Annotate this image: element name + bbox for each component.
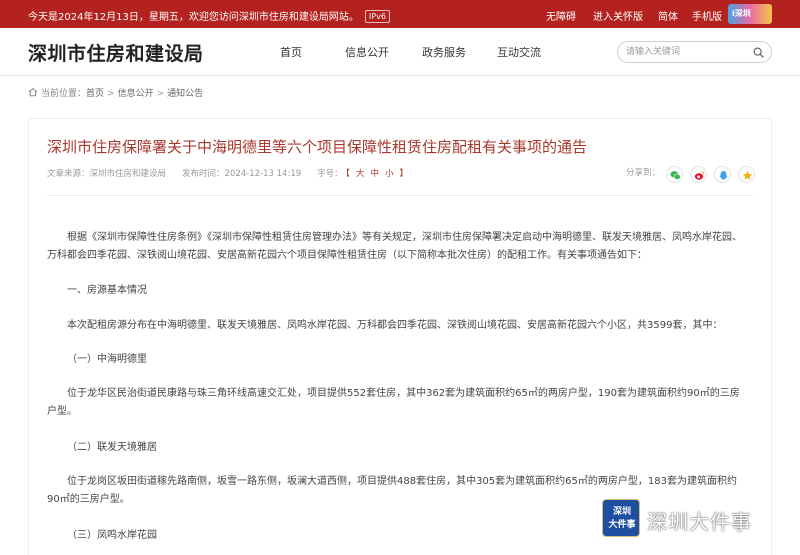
font-size-large[interactable]: 大 <box>356 169 365 179</box>
search-icon[interactable] <box>753 47 764 58</box>
subheading-lianfa: （二）联发天境雅居 <box>67 442 157 453</box>
watermark-logo-line2: 大件事 <box>608 520 636 530</box>
search-box <box>617 41 772 63</box>
breadcrumb-info-disclosure[interactable]: 信息公开 <box>118 89 154 99</box>
nav-interaction[interactable]: 互动交流 <box>497 44 541 60</box>
breadcrumb: 当前位置：首页 > 信息公开 > 通知公告 <box>28 86 203 99</box>
article-paragraph: 位于龙岗区坂田街道稼先路南侧，坂雪一路东侧，坂澜大道西侧，项目提供488套住房，… <box>47 476 737 505</box>
date-label: 发布时间： <box>182 169 225 179</box>
date-value: 2024-12-13 14:19 <box>224 169 302 179</box>
article-paragraph: 根据《深圳市保障性住房条例》《深圳市保障性租赁住房管理办法》等有关规定，深圳市住… <box>47 232 742 261</box>
search-input[interactable] <box>626 45 748 59</box>
wechat-share-button[interactable] <box>666 166 683 183</box>
breadcrumb-notices[interactable]: 通知公告 <box>167 89 203 99</box>
watermark-text: 深圳大件事 <box>647 510 752 534</box>
subheading-zhonghai: （一）中海明德里 <box>67 354 147 365</box>
font-bracket-close: 】 <box>399 169 408 179</box>
article-container: 深圳市住房保障署关于中海明德里等六个项目保障性租赁住房配租有关事项的通告 文章来… <box>28 118 772 555</box>
welcome-text: 今天是2024年12月13日，星期五，欢迎您访问深圳市住房和建设局网站。 <box>28 12 359 23</box>
breadcrumb-separator: > <box>156 89 165 99</box>
star-icon <box>742 170 753 180</box>
nav-government-services[interactable]: 政务服务 <box>422 44 466 60</box>
font-size-label: 字号： <box>317 169 343 179</box>
welcome-message: 今天是2024年12月13日，星期五，欢迎您访问深圳市住房和建设局网站。 IPv6 <box>28 8 390 23</box>
nav-info-disclosure[interactable]: 信息公开 <box>345 44 389 60</box>
article-paragraph: 位于龙华区民治街道民康路与珠三角环线高速交汇处，项目提供552套住房，其中362… <box>47 388 740 417</box>
site-header: 深圳市住房和建设局 首页 信息公开 政务服务 互动交流 <box>0 28 800 76</box>
breadcrumb-label: 当前位置： <box>41 89 87 99</box>
source-value: 深圳市住房和建设局 <box>89 169 167 179</box>
section-heading-housing: 一、房源基本情况 <box>67 285 147 296</box>
i-shenzhen-logo[interactable]: i深圳 <box>728 4 772 24</box>
wechat-icon <box>670 171 681 180</box>
qq-icon <box>719 171 728 180</box>
mobile-version-link[interactable]: 手机版 <box>692 8 722 23</box>
accessibility-link[interactable]: 无障碍 <box>546 8 576 23</box>
ipv6-badge: IPv6 <box>364 10 390 23</box>
font-bracket-open: 【 <box>345 169 350 179</box>
top-bar: 今天是2024年12月13日，星期五，欢迎您访问深圳市住房和建设局网站。 IPv6… <box>0 0 800 28</box>
home-icon <box>28 87 38 97</box>
watermark-logo-line1: 深圳 <box>612 507 631 517</box>
qq-share-button[interactable] <box>714 166 731 183</box>
source-label: 文章来源： <box>47 169 90 179</box>
simplified-chinese-link[interactable]: 简体 <box>658 8 678 23</box>
care-mode-link[interactable]: 进入关怀版 <box>593 8 643 23</box>
weibo-share-button[interactable] <box>690 166 707 183</box>
site-title[interactable]: 深圳市住房和建设局 <box>28 39 204 66</box>
article-meta: 文章来源：深圳市住房和建设局 发布时间：2024-12-13 14:19 字号：【大… <box>47 167 411 179</box>
font-size-medium[interactable]: 中 <box>370 169 379 179</box>
font-size-small[interactable]: 小 <box>385 169 394 179</box>
article-paragraph: 本次配租房源分布在中海明德里、联发天境雅居、凤鸣水岸花园、万科都会四季花园、深铁… <box>67 320 723 331</box>
subheading-fengming: （三）凤鸣水岸花园 <box>67 530 157 541</box>
article-date: 发布时间：2024-12-13 14:19 <box>182 169 301 179</box>
meta-divider <box>47 195 753 196</box>
article-title: 深圳市住房保障署关于中海明德里等六个项目保障性租赁住房配租有关事项的通告 <box>47 138 588 156</box>
share-label: 分享到： <box>626 168 661 178</box>
weibo-icon <box>694 171 705 180</box>
watermark-logo: 深圳 大件事 <box>602 499 640 537</box>
i-shenzhen-logo-text: i深圳 <box>732 9 751 18</box>
article-source: 文章来源：深圳市住房和建设局 <box>47 169 166 179</box>
breadcrumb-separator: > <box>107 89 115 99</box>
qzone-share-button[interactable] <box>738 166 755 183</box>
nav-home[interactable]: 首页 <box>280 44 302 60</box>
font-size-control: 字号：【大中小】 <box>317 169 411 179</box>
breadcrumb-home[interactable]: 首页 <box>86 89 104 99</box>
